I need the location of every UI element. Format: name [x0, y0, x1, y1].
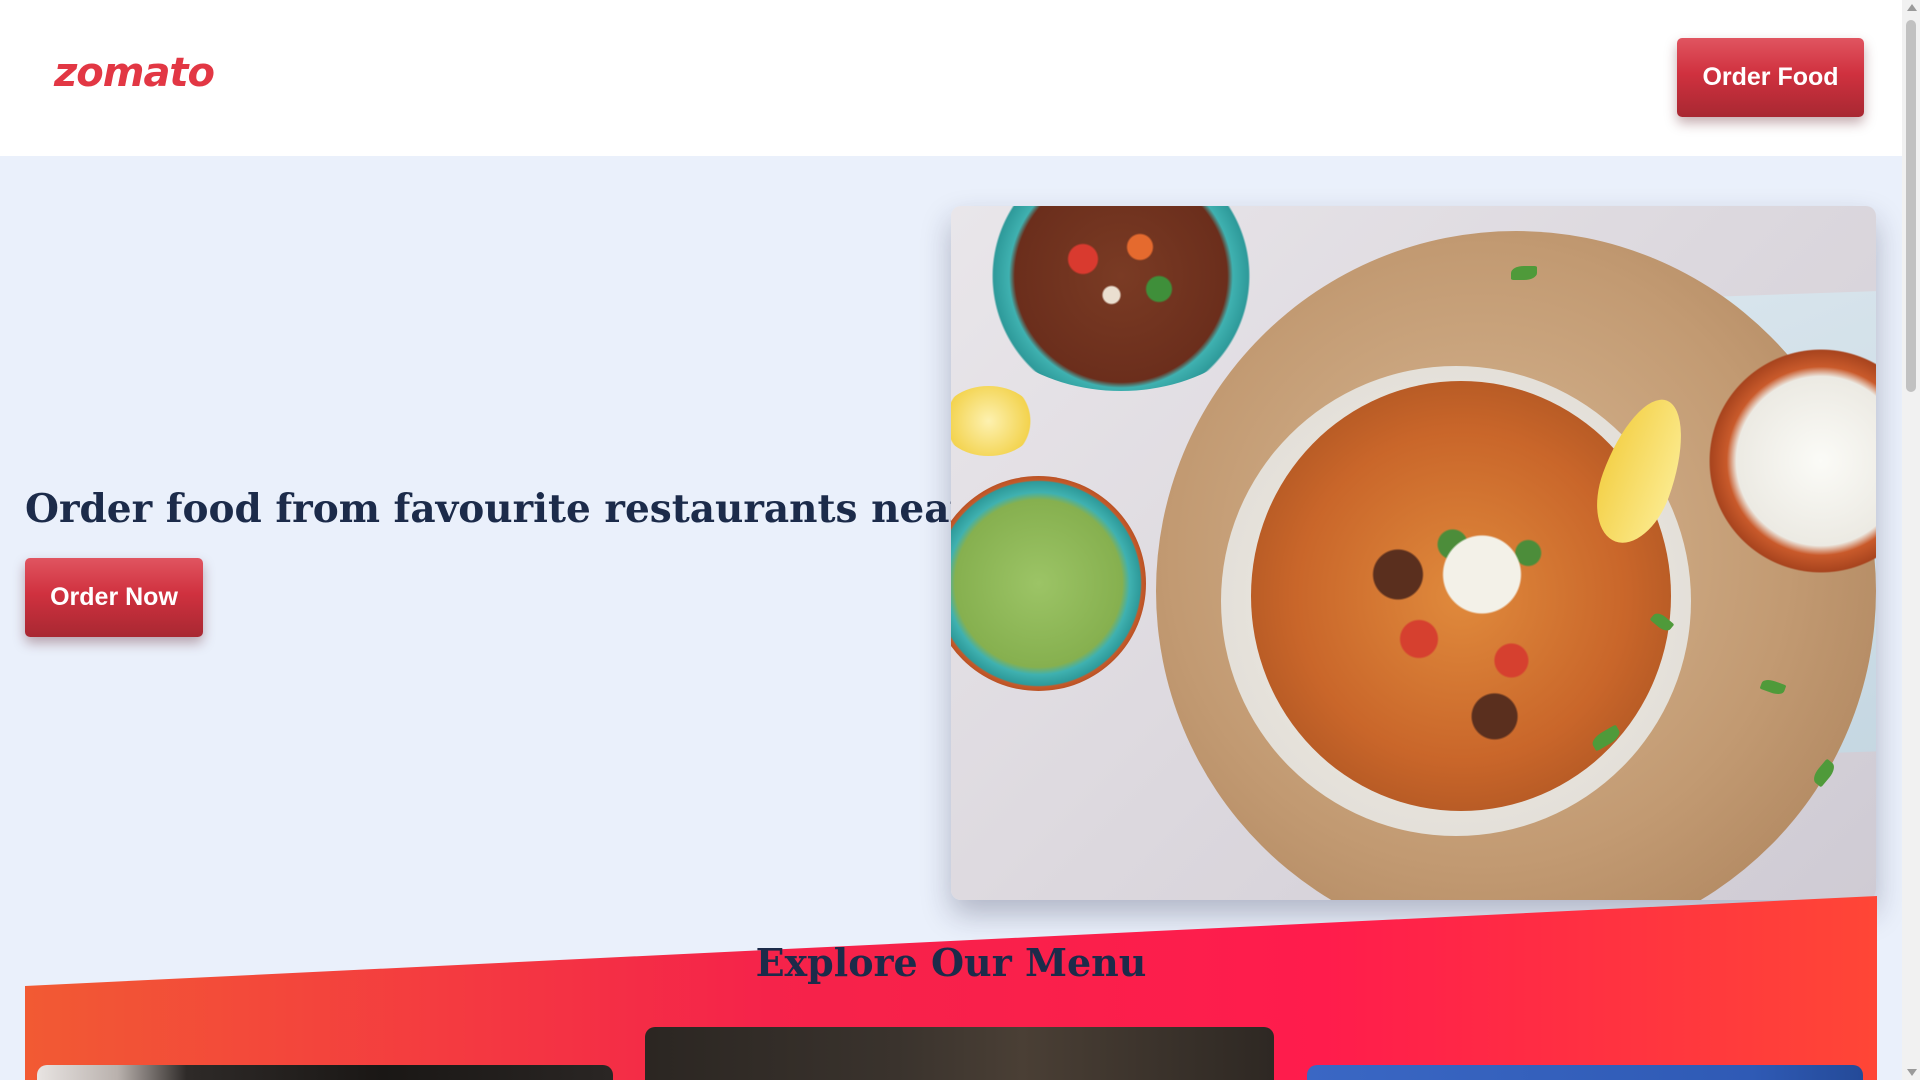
vertical-scrollbar[interactable] — [1902, 0, 1920, 1080]
hero-title: Order food from favourite restaurants ne… — [25, 486, 1075, 532]
site-header: zomato Order Food — [0, 0, 1902, 156]
order-food-button[interactable]: Order Food — [1677, 38, 1864, 117]
scroll-down-arrow-icon[interactable] — [1907, 1069, 1917, 1076]
page: zomato Order Food Order food from favour… — [0, 0, 1920, 1080]
food-platter-image — [951, 206, 1876, 900]
herb-leaf — [1511, 266, 1537, 280]
scroll-up-arrow-icon[interactable] — [1907, 4, 1917, 11]
menu-card[interactable] — [37, 1065, 613, 1080]
guacamole-bowl — [951, 476, 1146, 691]
sweet-potato-fries — [1251, 381, 1671, 811]
scroll-thumb[interactable] — [1906, 20, 1916, 392]
menu-title: Explore Our Menu — [755, 940, 1147, 985]
menu-card[interactable] — [645, 1027, 1274, 1080]
menu-card[interactable] — [1307, 1065, 1863, 1080]
lemon-slice — [951, 386, 1036, 456]
bean-salad-toppings — [1026, 211, 1216, 331]
zomato-logo[interactable]: zomato — [54, 50, 215, 96]
order-now-button[interactable]: Order Now — [25, 558, 203, 637]
